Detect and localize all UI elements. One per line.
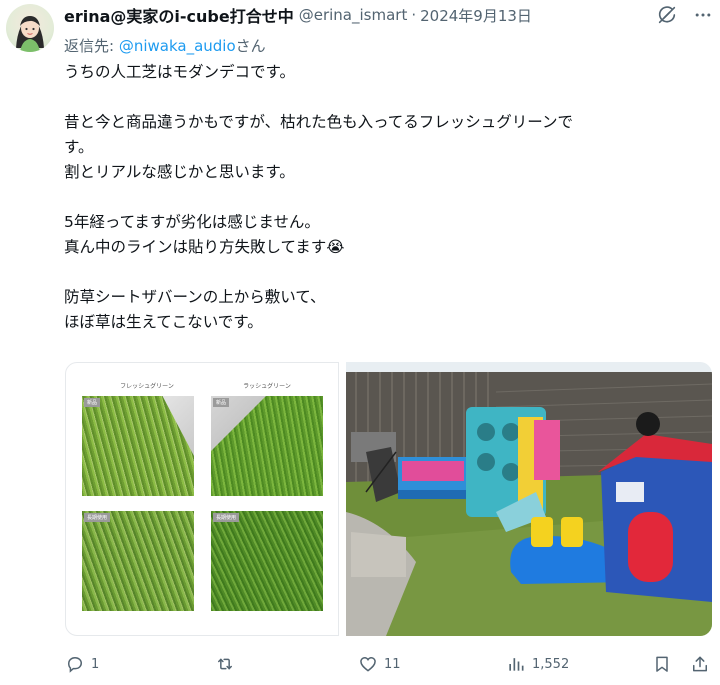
- author-display-name[interactable]: erina@実家のi-cube打合せ中: [64, 3, 294, 27]
- caption-lush-green: ラッシュグリーン: [243, 383, 291, 390]
- views-count: 1,552: [532, 656, 570, 672]
- avatar[interactable]: [6, 4, 54, 52]
- grass-swatch: 長期使用: [82, 511, 194, 611]
- repost-button[interactable]: [215, 650, 241, 678]
- bookmark-icon: [656, 656, 668, 672]
- tag-new: 新品: [213, 398, 230, 407]
- reply-to-suffix: さん: [235, 37, 266, 55]
- tweet-line: [64, 185, 704, 210]
- tweet-line: [64, 260, 704, 285]
- tweet-line: 昔と今と商品違うかもですが、枯れた色も入ってるフレッシュグリーンで: [64, 113, 574, 131]
- repost-icon: [218, 658, 232, 670]
- grass-swatch: 新品: [211, 396, 323, 496]
- tweet-line: 防草シートザバーンの上から敷いて、: [64, 288, 326, 306]
- like-count: 11: [384, 656, 401, 672]
- heart-icon: [360, 656, 376, 672]
- tweet-header: erina@実家のi-cube打合せ中 @erina_ismart · 2024…: [64, 4, 532, 26]
- views-icon: [509, 658, 524, 671]
- share-button[interactable]: [690, 650, 710, 678]
- tweet-line: [64, 85, 704, 110]
- tweet-line: 真ん中のラインは貼り方失敗してます😭: [64, 238, 345, 256]
- separator-dot: ·: [411, 6, 417, 24]
- reply-to-prefix: 返信先:: [64, 37, 119, 55]
- avatar-illustration: [16, 16, 44, 52]
- share-icon: [693, 656, 707, 672]
- tweet-date[interactable]: 2024年9月13日: [420, 5, 532, 26]
- bookmark-button[interactable]: [652, 650, 672, 678]
- tweet-line: 5年経ってますが劣化は感じません。: [64, 213, 320, 231]
- backyard-photo-illustration: [346, 362, 712, 636]
- tag-long-term: 長期使用: [84, 513, 111, 522]
- tweet-line: うちの人工芝はモダンデコです。: [64, 63, 295, 81]
- action-bar: 1 11 1,552: [0, 650, 720, 678]
- like-button[interactable]: 11: [358, 650, 401, 678]
- tag-long-term: 長期使用: [213, 513, 240, 522]
- grass-swatch: 長期使用: [211, 511, 323, 611]
- reply-to-user-link[interactable]: @niwaka_audio: [119, 37, 236, 55]
- reply-count: 1: [91, 656, 100, 672]
- reply-icon: [67, 656, 83, 673]
- grass-swatch: 新品: [82, 396, 194, 496]
- tweet-line: ほぼ草は生えてこないです。: [64, 313, 263, 331]
- grok-icon[interactable]: [654, 2, 680, 28]
- media-image-backyard-photo[interactable]: [346, 362, 712, 636]
- reply-to: 返信先: @niwaka_audioさん: [64, 35, 266, 56]
- author-handle[interactable]: @erina_ismart: [299, 6, 408, 24]
- tweet-line: 割とリアルな感じかと思います。: [64, 163, 295, 181]
- reply-button[interactable]: 1: [65, 650, 99, 678]
- more-icon[interactable]: [690, 2, 716, 28]
- tweet-line: す。: [64, 138, 94, 156]
- caption-fresh-green: フレッシュグリーン: [120, 383, 174, 390]
- views-button[interactable]: 1,552: [506, 650, 569, 678]
- tweet-text: うちの人工芝はモダンデコです。 昔と今と商品違うかもですが、枯れた色も入ってるフ…: [64, 60, 704, 335]
- tag-new: 新品: [84, 398, 101, 407]
- media-image-grass-comparison[interactable]: フレッシュグリーン ラッシュグリーン 新品 新品 長期使用 長期使用: [65, 362, 339, 636]
